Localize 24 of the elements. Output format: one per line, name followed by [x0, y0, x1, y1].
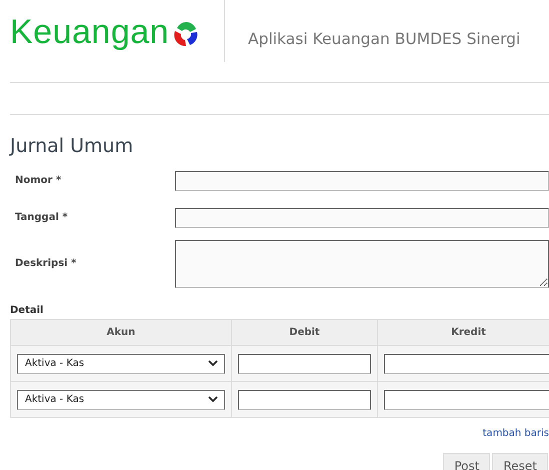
form-button[interactable]: Reset — [492, 453, 548, 470]
account-dropdown[interactable]: Aktiva - Kas — [17, 354, 225, 374]
credit-field[interactable] — [384, 390, 549, 410]
page-title: Jurnal Umum — [10, 134, 134, 158]
input-field[interactable] — [175, 170, 549, 190]
account-dropdown[interactable]: Aktiva - Kas — [17, 390, 225, 410]
credit-field[interactable] — [384, 354, 549, 374]
debit-field[interactable] — [238, 390, 371, 410]
field-label: Tanggal * — [14, 212, 69, 223]
app-title: Aplikasi Keuangan BUMDES Sinergi — [248, 30, 520, 48]
chevron-down-icon — [208, 360, 218, 367]
field-label: Deskripsi * — [14, 258, 78, 269]
section-label: Detail — [10, 305, 44, 316]
column-header: Kredit — [378, 320, 549, 346]
input-field[interactable] — [175, 208, 549, 228]
field-label: Nomor * — [14, 175, 62, 186]
logo-text: Keuangan — [10, 12, 170, 52]
column-header: Debit — [232, 320, 378, 346]
form-button[interactable]: Post — [443, 453, 490, 470]
chevron-down-icon — [208, 396, 218, 403]
debit-field[interactable] — [238, 354, 371, 374]
column-header: Akun — [10, 320, 232, 346]
add-row-link[interactable]: tambah baris — [482, 428, 549, 439]
textarea-field[interactable] — [175, 240, 549, 288]
